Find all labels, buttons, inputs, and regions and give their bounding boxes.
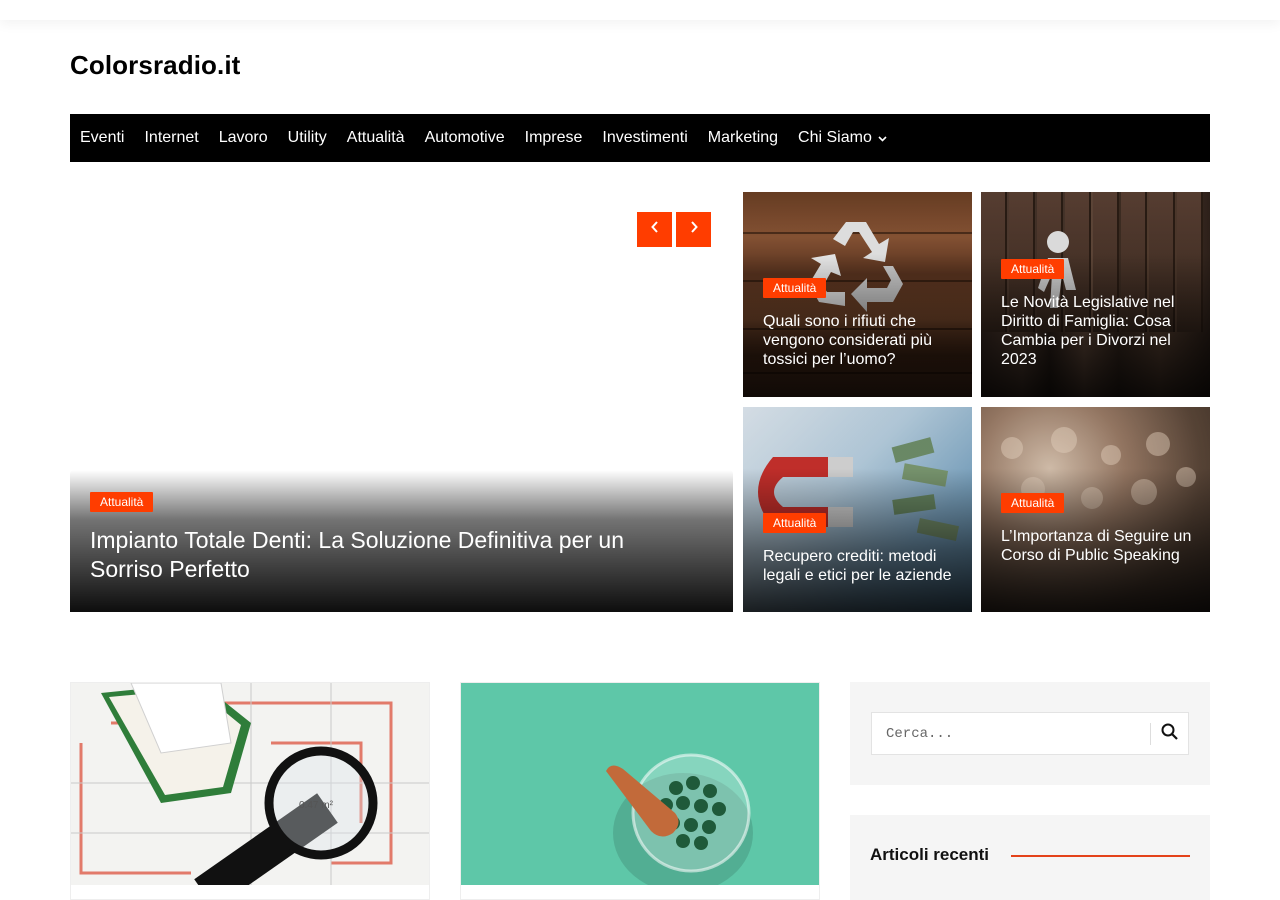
- featured-tile[interactable]: Attualità L’Importanza di Seguire un Cor…: [981, 407, 1210, 612]
- slider-prev-button[interactable]: [637, 212, 672, 247]
- site-title[interactable]: Colorsradio.it: [70, 50, 240, 81]
- tile-title[interactable]: L’Importanza di Seguire un Corso di Publ…: [1001, 527, 1196, 565]
- post-thumbnail[interactable]: 0.47 m²: [71, 683, 429, 899]
- sidebar-search-widget: [850, 682, 1210, 785]
- category-badge-label: Attualità: [763, 513, 827, 533]
- category-badge-label: Attualità: [90, 492, 154, 512]
- main-nav: Eventi Internet Lavoro Utility Attualità…: [70, 114, 1210, 162]
- featured-tile[interactable]: Attualità Quali sono i rifiuti che vengo…: [743, 192, 972, 397]
- nav-item-internet[interactable]: Internet: [144, 129, 198, 147]
- tile-title[interactable]: Recupero crediti: metodi legali e etici …: [763, 547, 958, 585]
- hero-title[interactable]: Impianto Totale Denti: La Soluzione Defi…: [90, 526, 690, 584]
- widget-title-underline: [1011, 855, 1190, 857]
- post-card[interactable]: 0.47 m²: [70, 682, 430, 900]
- top-shadow-bar: [0, 0, 1280, 20]
- nav-item-investimenti[interactable]: Investimenti: [602, 129, 687, 147]
- tile-category-badge[interactable]: Attualità: [763, 278, 827, 298]
- chevron-left-icon: [650, 220, 660, 239]
- slider-next-button[interactable]: [676, 212, 711, 247]
- spirulina-bowl-illustration: [461, 683, 819, 893]
- tile-category-badge[interactable]: Attualità: [1001, 493, 1065, 513]
- hero-category-badge[interactable]: Attualità: [90, 492, 154, 512]
- svg-text:0.47 m²: 0.47 m²: [299, 800, 334, 811]
- category-badge-label: Attualità: [1001, 493, 1065, 513]
- chevron-right-icon: [689, 220, 699, 239]
- featured-tile[interactable]: Attualità Le Novità Legislative nel Diri…: [981, 192, 1210, 397]
- search-icon: [1161, 723, 1178, 745]
- tile-title[interactable]: Quali sono i rifiuti che vengono conside…: [763, 312, 958, 369]
- sidebar-recent-posts-widget: Articoli recenti: [850, 815, 1210, 900]
- featured-tile[interactable]: Attualità Recupero crediti: metodi legal…: [743, 407, 972, 612]
- post-thumbnail[interactable]: [461, 683, 819, 893]
- nav-item-chi-siamo[interactable]: Chi Siamo: [798, 129, 887, 147]
- nav-item-chi-siamo-label: Chi Siamo: [798, 129, 872, 146]
- search-button[interactable]: [1151, 713, 1188, 754]
- tile-title[interactable]: Le Novità Legislative nel Diritto di Fam…: [1001, 293, 1196, 369]
- category-badge-label: Attualità: [1001, 259, 1065, 279]
- hero-slider[interactable]: Attualità Impianto Totale Denti: La Solu…: [70, 192, 733, 612]
- blueprint-magnifier-illustration: 0.47 m²: [71, 683, 429, 899]
- nav-item-utility[interactable]: Utility: [288, 129, 327, 147]
- chevron-down-icon: [878, 134, 887, 144]
- post-card[interactable]: [460, 682, 820, 900]
- search-input[interactable]: [872, 713, 1150, 754]
- search-form: [871, 712, 1189, 755]
- nav-item-attualita[interactable]: Attualità: [347, 129, 405, 147]
- nav-item-imprese[interactable]: Imprese: [525, 129, 583, 147]
- category-badge-label: Attualità: [763, 278, 827, 298]
- tile-category-badge[interactable]: Attualità: [1001, 259, 1065, 279]
- nav-item-lavoro[interactable]: Lavoro: [219, 129, 268, 147]
- widget-title: Articoli recenti: [870, 845, 990, 864]
- nav-item-eventi[interactable]: Eventi: [80, 129, 124, 147]
- nav-item-automotive[interactable]: Automotive: [425, 129, 505, 147]
- tile-category-badge[interactable]: Attualità: [763, 513, 827, 533]
- nav-item-marketing[interactable]: Marketing: [708, 129, 778, 147]
